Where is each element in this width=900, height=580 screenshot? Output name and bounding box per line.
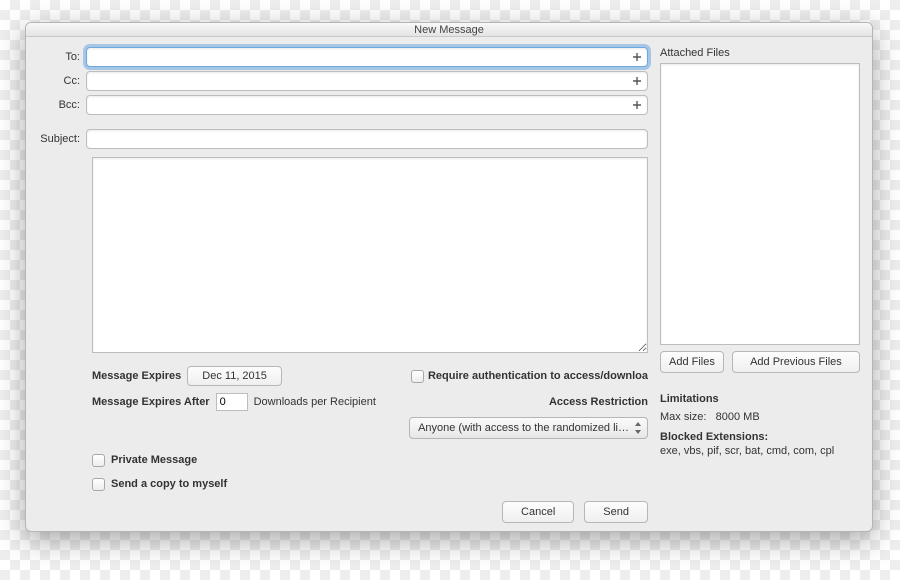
expires-date-button[interactable]: Dec 11, 2015 (187, 366, 282, 386)
message-body[interactable] (92, 157, 648, 353)
side-column: Attached Files Add Files Add Previous Fi… (660, 47, 860, 523)
bcc-input-field[interactable] (91, 96, 629, 114)
attach-buttons: Add Files Add Previous Files (660, 351, 860, 373)
subject-input[interactable] (86, 129, 648, 149)
send-copy-row: Send a copy to myself (92, 473, 648, 495)
blocked-ext-label: Blocked Extensions: (660, 431, 860, 443)
expires-after-row: Message Expires After Downloads per Reci… (92, 391, 648, 413)
private-message-checkbox[interactable] (92, 454, 105, 467)
window-title: New Message (414, 24, 484, 36)
subject-label: Subject: (34, 133, 86, 145)
send-copy-label: Send a copy to myself (111, 478, 227, 490)
attached-files-label: Attached Files (660, 47, 860, 59)
to-input[interactable] (86, 47, 648, 67)
to-label: To: (34, 51, 86, 63)
add-previous-files-button[interactable]: Add Previous Files (732, 351, 860, 373)
limitations-section: Limitations Max size: 8000 MB Blocked Ex… (660, 393, 860, 463)
max-size-value: 8000 MB (716, 411, 760, 423)
add-files-button[interactable]: Add Files (660, 351, 724, 373)
cc-input[interactable] (86, 71, 648, 91)
send-copy-checkbox[interactable] (92, 478, 105, 491)
require-auth-checkbox[interactable] (411, 370, 424, 383)
private-message-label: Private Message (111, 454, 197, 466)
access-dropdown-row: Anyone (with access to the randomized li… (92, 417, 648, 439)
cc-row: Cc: (34, 71, 648, 91)
cc-input-field[interactable] (91, 72, 629, 90)
require-auth-label: Require authentication to access/downloa (428, 370, 648, 382)
bcc-input[interactable] (86, 95, 648, 115)
attached-files-list[interactable] (660, 63, 860, 345)
private-message-row: Private Message (92, 449, 648, 471)
options-section: Message Expires Dec 11, 2015 Require aut… (92, 365, 648, 495)
cancel-button[interactable]: Cancel (502, 501, 574, 523)
limitations-label: Limitations (660, 393, 860, 405)
blocked-ext-value: exe, vbs, pif, scr, bat, cmd, com, cpl (660, 445, 860, 457)
bcc-add-icon[interactable] (629, 97, 645, 113)
window-content: To: Cc: Bcc: (26, 37, 872, 531)
main-column: To: Cc: Bcc: (34, 47, 648, 523)
message-expires-label: Message Expires (92, 370, 181, 382)
downloads-count-input[interactable] (216, 393, 248, 411)
new-message-window: New Message To: Cc: (25, 22, 873, 532)
to-input-field[interactable] (91, 48, 629, 66)
cc-add-icon[interactable] (629, 73, 645, 89)
subject-row: Subject: (34, 129, 648, 149)
access-restriction-label: Access Restriction (549, 396, 648, 408)
cc-label: Cc: (34, 75, 86, 87)
require-auth-group: Require authentication to access/downloa (411, 370, 648, 383)
to-add-icon[interactable] (629, 49, 645, 65)
bcc-label: Bcc: (34, 99, 86, 111)
max-size-row: Max size: 8000 MB (660, 411, 860, 423)
bottom-buttons: Cancel Send (34, 495, 648, 523)
titlebar: New Message (26, 23, 872, 37)
expires-row: Message Expires Dec 11, 2015 Require aut… (92, 365, 648, 387)
to-row: To: (34, 47, 648, 67)
send-button[interactable]: Send (584, 501, 648, 523)
access-restriction-dropdown[interactable]: Anyone (with access to the randomized li… (409, 417, 648, 439)
max-size-label: Max size: (660, 411, 706, 423)
downloads-suffix: Downloads per Recipient (254, 396, 376, 408)
bcc-row: Bcc: (34, 95, 648, 115)
access-restriction-group: Access Restriction (549, 396, 648, 408)
expires-after-label: Message Expires After (92, 396, 210, 408)
